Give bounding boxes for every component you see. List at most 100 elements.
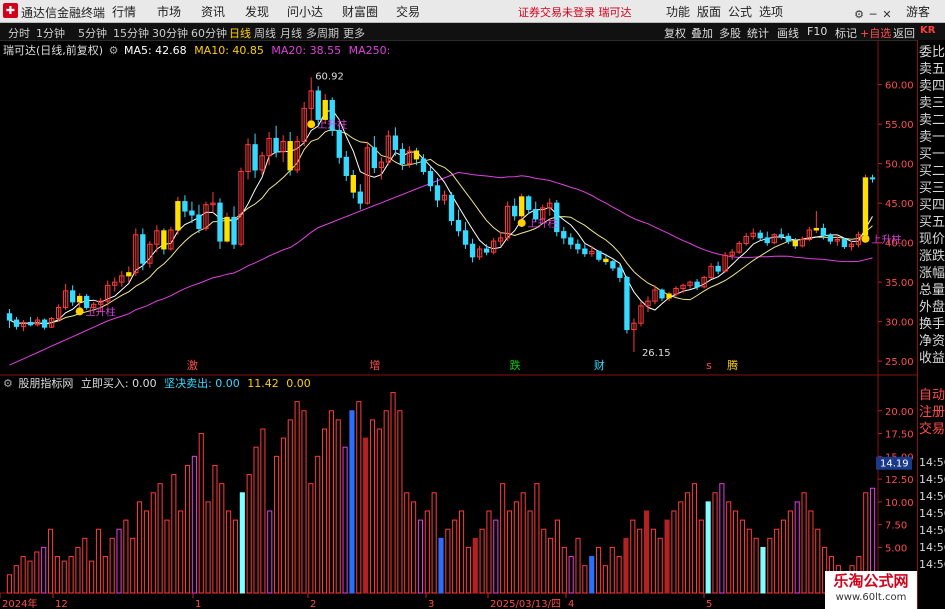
sidebar-item[interactable]: 总量 [919,282,945,299]
sidebar-item[interactable]: 卖一 [919,129,945,146]
candle-body [322,99,328,120]
indicator-bar [13,565,19,594]
indicator-bar [719,483,725,594]
minimize-icon[interactable]: ─ [866,8,880,22]
sidebar-item[interactable]: 收益 [919,350,945,367]
x-tick-label: 4 [568,599,574,609]
user-guest[interactable]: 游客 [906,3,930,20]
period-60min[interactable]: 60分钟 [191,25,227,41]
sidebar-item[interactable]: 外盘 [919,299,945,316]
candle-body [610,261,616,269]
price-tick-label: 30.00 [885,318,914,329]
candle-body [575,243,581,250]
candle-body [189,210,195,216]
menu-ask-xiaoda[interactable]: 问小达 [287,3,323,20]
period-daily[interactable]: 日线 [229,25,251,41]
period-1min[interactable]: 1分钟 [36,25,65,41]
tool-f10[interactable]: F10 [807,25,827,38]
tool-back[interactable]: 返回 [893,25,915,41]
tool-mark[interactable]: 标记 [835,25,857,41]
sidebar-item[interactable]: 净资 [919,333,945,350]
sidebar-action[interactable]: 自动 [919,387,945,404]
sidebar-item[interactable]: 涨幅 [919,265,945,282]
sidebar-item[interactable]: 买二 [919,163,945,180]
sidebar-item[interactable]: 卖四 [919,78,945,95]
indicator-bar [561,546,567,594]
sidebar-item[interactable]: 买四 [919,197,945,214]
indicator-bar [417,519,424,594]
candle-body [434,185,441,201]
period-more[interactable]: 更多 [343,25,365,41]
period-timeshare[interactable]: 分时 [8,25,30,41]
menu-formula[interactable]: 公式 [728,3,752,20]
indicator-bar [301,410,307,594]
indicator-bar [479,528,485,594]
period-monthly[interactable]: 月线 [280,25,302,41]
indicator-bar [452,519,458,594]
indicator-bar [746,528,752,594]
candle-body [841,238,848,248]
sidebar-action[interactable]: 注册 [919,404,945,421]
x-tick-label: 12 [55,599,68,609]
indicator-bar [102,556,108,594]
candle-body [196,214,202,229]
sidebar-item[interactable]: 涨跌 [919,248,945,265]
indicator-bar [232,519,239,594]
indicator-bar [198,433,204,594]
indicator-bar [596,546,602,594]
sidebar-item[interactable]: 现价 [919,231,945,248]
indicator-bar [164,519,170,594]
tool-add-watchlist[interactable]: +自选 [860,25,891,41]
indicator-bar [226,510,232,594]
tool-statistics[interactable]: 统计 [747,25,769,41]
sidebar-item[interactable]: 买五 [919,214,945,231]
period-weekly[interactable]: 周线 [254,25,276,41]
sidebar-item[interactable]: 换手 [919,316,945,333]
menu-news[interactable]: 资讯 [201,3,225,20]
indicator-bar [27,560,33,594]
menu-trade[interactable]: 交易 [396,3,420,20]
menu-quotes[interactable]: 行情 [112,3,136,20]
sidebar-item[interactable]: 委比 [919,44,945,61]
indicator-bar [575,537,581,594]
menu-wealth-circle[interactable]: 财富圈 [342,3,378,20]
period-multi[interactable]: 多周期 [306,25,339,41]
trade-time: 14:56 [919,524,945,537]
tool-multi-stock[interactable]: 多股 [719,25,741,41]
sidebar-item[interactable]: 买一 [919,146,945,163]
sidebar-item[interactable]: 卖五 [919,61,945,78]
indicator-bar [82,537,88,594]
candle-body [371,147,378,169]
sidebar-action[interactable]: 交易 [919,421,945,438]
candle-body [413,150,420,160]
signal-marker [861,234,870,243]
settings-icon[interactable]: ⚙ [852,8,866,22]
kline-chart[interactable]: 60.9226.15上升柱上升柱上升柱上升柱激增跌财 s 腾 25.0030.003… [0,40,917,609]
indicator-bar [342,446,348,594]
menu-market[interactable]: 市场 [157,3,181,20]
period-5min[interactable]: 5分钟 [78,25,107,41]
indicator-bar [794,501,800,594]
login-warning: 证券交易未登录 瑞可达 [518,6,632,19]
menu-functions[interactable]: 功能 [666,3,690,20]
candle-body [813,227,820,231]
period-15min[interactable]: 15分钟 [113,25,149,41]
indicator-bar [383,410,389,594]
tool-overlay[interactable]: 叠加 [691,25,713,41]
indicator-bar [404,492,410,594]
menu-discover[interactable]: 发现 [245,3,269,20]
indicator-bar [431,492,437,594]
tool-adjust[interactable]: 复权 [664,25,686,41]
candle-body [862,177,869,236]
sidebar-item[interactable]: 买三 [919,180,945,197]
close-icon[interactable]: ✕ [880,8,894,22]
candles [6,77,876,353]
sidebar-item[interactable]: 卖二 [919,112,945,129]
tool-draw[interactable]: 画线 [777,25,799,41]
menu-options[interactable]: 选项 [759,3,783,20]
indicator-bar [664,519,670,594]
menu-layout[interactable]: 版面 [697,3,721,20]
sidebar-item[interactable]: 卖三 [919,95,945,112]
candle-body [392,135,399,150]
period-30min[interactable]: 30分钟 [152,25,188,41]
